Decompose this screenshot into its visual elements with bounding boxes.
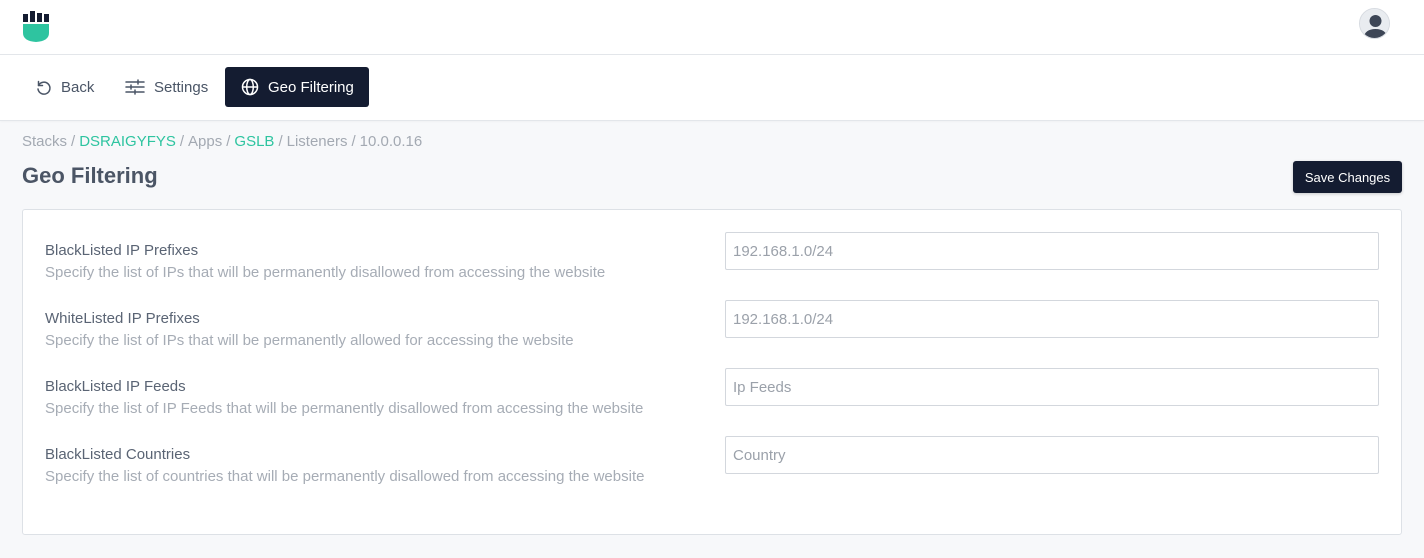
breadcrumb-listener-ip: 10.0.0.16 xyxy=(359,133,423,150)
tab-settings[interactable]: Settings xyxy=(113,67,220,107)
blacklisted-countries-input[interactable] xyxy=(725,436,1379,474)
field-description: Specify the list of countries that will … xyxy=(45,468,645,485)
blacklisted-ip-prefixes-row: BlackListed IP Prefixes Specify the list… xyxy=(23,232,1401,302)
breadcrumb-listeners[interactable]: Listeners xyxy=(287,133,348,150)
tab-geo-label: Geo Filtering xyxy=(268,78,354,96)
field-description: Specify the list of IP Feeds that will b… xyxy=(45,400,644,417)
top-bar xyxy=(0,0,1424,55)
undo-icon xyxy=(37,80,51,95)
tab-back-label: Back xyxy=(61,78,95,96)
field-description: Specify the list of IPs that will be per… xyxy=(45,332,574,349)
breadcrumb-stacks[interactable]: Stacks xyxy=(22,133,67,150)
page-title: Geo Filtering xyxy=(22,163,158,188)
breadcrumb-app-link[interactable]: GSLB xyxy=(234,133,274,150)
blacklisted-ip-prefixes-input[interactable] xyxy=(725,232,1379,270)
field-label: BlackListed Countries xyxy=(45,446,191,463)
blacklisted-ip-feeds-input[interactable] xyxy=(725,368,1379,406)
brand-logo-icon[interactable] xyxy=(21,11,51,43)
breadcrumb-apps[interactable]: Apps xyxy=(188,133,222,150)
field-label: BlackListed IP Feeds xyxy=(45,378,186,395)
tab-bar: Back Settings Geo Filtering xyxy=(0,55,1424,121)
field-label: BlackListed IP Prefixes xyxy=(45,242,199,259)
breadcrumb-stack-link[interactable]: DSRAIGYFYS xyxy=(79,133,176,150)
tab-back[interactable]: Back xyxy=(23,67,106,107)
whitelisted-ip-prefixes-row: WhiteListed IP Prefixes Specify the list… xyxy=(23,300,1401,370)
blacklisted-countries-row: BlackListed Countries Specify the list o… xyxy=(23,436,1401,506)
blacklisted-ip-feeds-row: BlackListed IP Feeds Specify the list of… xyxy=(23,368,1401,438)
user-avatar-icon[interactable] xyxy=(1359,8,1390,39)
field-label: WhiteListed IP Prefixes xyxy=(45,310,200,327)
globe-icon xyxy=(241,78,259,96)
tab-settings-label: Settings xyxy=(154,78,209,96)
field-description: Specify the list of IPs that will be per… xyxy=(45,264,606,281)
save-changes-button[interactable]: Save Changes xyxy=(1293,161,1402,193)
whitelisted-ip-prefixes-input[interactable] xyxy=(725,300,1379,338)
breadcrumb: Stacks / DSRAIGYFYS / Apps / GSLB / Listeners/10… xyxy=(22,133,423,150)
sliders-icon xyxy=(125,79,145,95)
geo-filtering-form: BlackListed IP Prefixes Specify the list… xyxy=(22,209,1402,535)
tab-geo-filtering[interactable]: Geo Filtering xyxy=(225,67,369,107)
